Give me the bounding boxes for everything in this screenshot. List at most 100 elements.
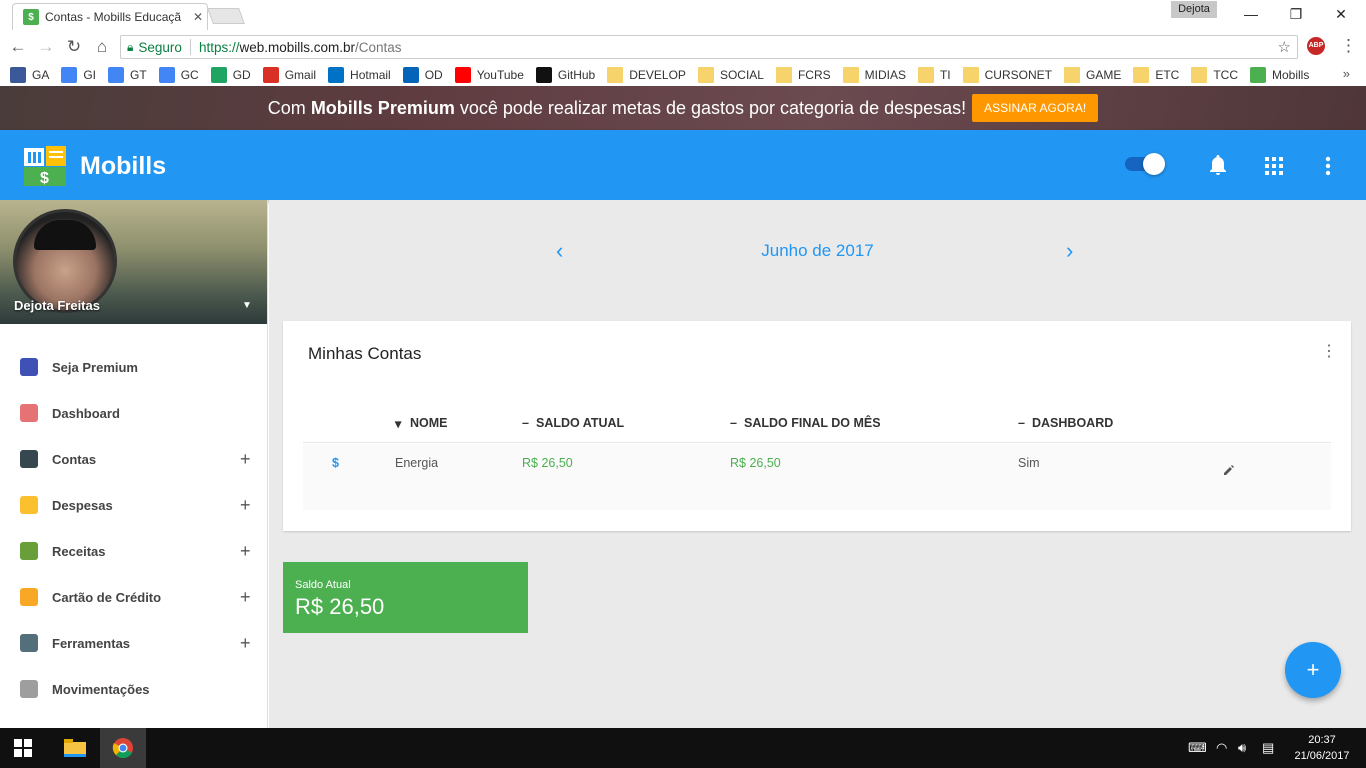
mode-toggle[interactable]	[1125, 153, 1165, 175]
subscribe-button[interactable]: ASSINAR AGORA!	[972, 94, 1099, 122]
bookmark-item[interactable]: Mobills	[1250, 67, 1309, 83]
bookmark-label: TI	[939, 68, 951, 82]
bookmark-item[interactable]: Gmail	[262, 67, 317, 83]
forward-icon[interactable]: →	[34, 36, 58, 58]
sort-icon[interactable]: ▾	[395, 416, 401, 431]
windows-start-icon[interactable]	[0, 728, 46, 768]
bookmark-item[interactable]: GD	[210, 67, 251, 83]
bookmarks-overflow-icon[interactable]: »	[1343, 66, 1350, 81]
bookmark-item[interactable]: FCRS	[775, 67, 831, 83]
chrome-icon[interactable]	[100, 728, 146, 768]
bookmark-item[interactable]: GC	[158, 67, 199, 83]
notifications-bell-icon[interactable]	[1208, 154, 1228, 176]
expand-plus-icon[interactable]: +	[240, 449, 251, 470]
bookmark-item[interactable]: MIDIAS	[842, 67, 906, 83]
bookmark-item[interactable]: Hotmail	[328, 67, 391, 83]
sidebar-item[interactable]: Dashboard	[0, 390, 267, 436]
sidebar-item-label: Cartão de Crédito	[52, 589, 162, 605]
account-dashboard: Sim	[1018, 456, 1040, 470]
bookmark-label: TCC	[1213, 68, 1238, 82]
address-bar[interactable]: 🔒︎ Seguro https:// web.mobills.com.br /C…	[120, 35, 1298, 59]
keyboard-icon[interactable]: ⌨︎	[1188, 740, 1207, 756]
next-month-icon[interactable]: ›	[1066, 238, 1073, 264]
bookmark-item[interactable]: ETC	[1133, 67, 1179, 83]
bookmark-item[interactable]: GAME	[1063, 67, 1121, 83]
system-clock[interactable]: 20:37 21/06/2017	[1290, 732, 1354, 764]
bookmark-item[interactable]: GI	[61, 67, 96, 83]
bookmark-star-icon[interactable]: ☆	[1278, 38, 1291, 56]
wifi-icon[interactable]: ◠	[1216, 740, 1227, 756]
add-fab-button[interactable]: +	[1285, 642, 1341, 698]
sort-icon[interactable]: –	[730, 416, 737, 430]
app-brand[interactable]: Mobills	[80, 152, 166, 181]
clock-date: 21/06/2017	[1294, 750, 1350, 762]
chevron-down-icon[interactable]: ▼	[242, 300, 252, 311]
table-row[interactable]: $ Energia R$ 26,50 R$ 26,50 Sim	[303, 444, 1331, 510]
bookmark-item[interactable]: GA	[10, 67, 49, 83]
sort-icon[interactable]: –	[522, 416, 529, 430]
expand-plus-icon[interactable]: +	[240, 495, 251, 516]
sidebar-item[interactable]: Seja Premium	[0, 344, 267, 390]
expand-plus-icon[interactable]: +	[240, 587, 251, 608]
browser-tabstrip: $ Contas - Mobills Educaçã ✕ Dejota — ❐ …	[0, 0, 1366, 30]
sidebar: Dejota Freitas ▼ Seja Premium Dashboard Co…	[0, 200, 268, 728]
folder-icon	[607, 67, 624, 83]
prev-month-icon[interactable]: ‹	[556, 238, 563, 264]
minimize-icon[interactable]: —	[1228, 0, 1274, 28]
apps-grid-icon[interactable]	[1265, 157, 1283, 175]
new-tab-button[interactable]	[207, 8, 245, 24]
back-icon[interactable]: ←	[6, 36, 30, 58]
sidebar-item[interactable]: Ferramentas +	[0, 620, 267, 666]
sort-icon[interactable]: –	[1018, 416, 1025, 430]
col-nome[interactable]: NOME	[410, 416, 448, 430]
sidebar-item[interactable]: Cartão de Crédito +	[0, 574, 267, 620]
bookmark-item[interactable]: SOCIAL	[697, 67, 764, 83]
profile-name[interactable]: Dejota Freitas	[14, 298, 100, 313]
bookmark-favicon-icon	[402, 67, 419, 83]
sidebar-item[interactable]: Despesas +	[0, 482, 267, 528]
sidebar-item[interactable]: Contas +	[0, 436, 267, 482]
bookmark-favicon-icon	[210, 67, 227, 83]
edit-pencil-icon[interactable]	[1223, 464, 1235, 476]
browser-tab[interactable]: $ Contas - Mobills Educaçã ✕	[12, 3, 208, 30]
bookmark-label: GA	[32, 68, 50, 82]
col-saldo-atual[interactable]: SALDO ATUAL	[536, 416, 624, 430]
folder-icon	[917, 67, 934, 83]
profile-badge[interactable]: Dejota	[1171, 1, 1217, 18]
col-dashboard[interactable]: DASHBOARD	[1032, 416, 1113, 430]
adblock-icon[interactable]: ABP	[1307, 37, 1325, 55]
more-vert-icon[interactable]	[1325, 156, 1331, 176]
sidebar-item[interactable]: Movimentações	[0, 666, 267, 712]
expand-plus-icon[interactable]: +	[240, 633, 251, 654]
card-menu-icon[interactable]: ⋮	[1321, 341, 1337, 361]
browser-menu-icon[interactable]: ⋮	[1340, 36, 1357, 56]
action-center-icon[interactable]: ▤	[1262, 740, 1274, 756]
bookmark-item[interactable]: YouTube	[454, 67, 524, 83]
bookmark-item[interactable]: TCC	[1191, 67, 1238, 83]
sidebar-item[interactable]: Receitas +	[0, 528, 267, 574]
bookmark-label: SOCIAL	[719, 68, 764, 82]
current-month[interactable]: Junho de 2017	[269, 241, 1366, 261]
volume-icon[interactable]: 🔊︎	[1238, 740, 1246, 756]
mobills-logo-icon[interactable]: $	[24, 146, 66, 186]
bookmark-item[interactable]: DEVELOP	[607, 67, 686, 83]
tab-close-icon[interactable]: ✕	[189, 10, 207, 24]
coins-icon	[20, 496, 38, 514]
bookmark-item[interactable]: TI	[917, 67, 951, 83]
card-title: Minhas Contas	[308, 344, 422, 363]
bookmark-item[interactable]: GT	[108, 67, 147, 83]
col-saldo-final[interactable]: SALDO FINAL DO MÊS	[744, 416, 881, 430]
bookmark-label: Gmail	[284, 68, 317, 82]
avatar-cap	[34, 220, 96, 250]
restore-icon[interactable]: ❐	[1273, 0, 1319, 28]
home-icon[interactable]: ⌂	[90, 36, 114, 58]
account-saldo-final: R$ 26,50	[730, 456, 781, 470]
file-explorer-icon[interactable]	[52, 728, 98, 768]
reload-icon[interactable]: ↻	[62, 36, 86, 58]
bookmark-label: OD	[424, 68, 443, 82]
window-close-icon[interactable]: ✕	[1318, 0, 1364, 28]
bookmark-item[interactable]: OD	[402, 67, 443, 83]
bookmark-item[interactable]: CURSONET	[962, 67, 1052, 83]
expand-plus-icon[interactable]: +	[240, 541, 251, 562]
bookmark-item[interactable]: GitHub	[535, 67, 595, 83]
